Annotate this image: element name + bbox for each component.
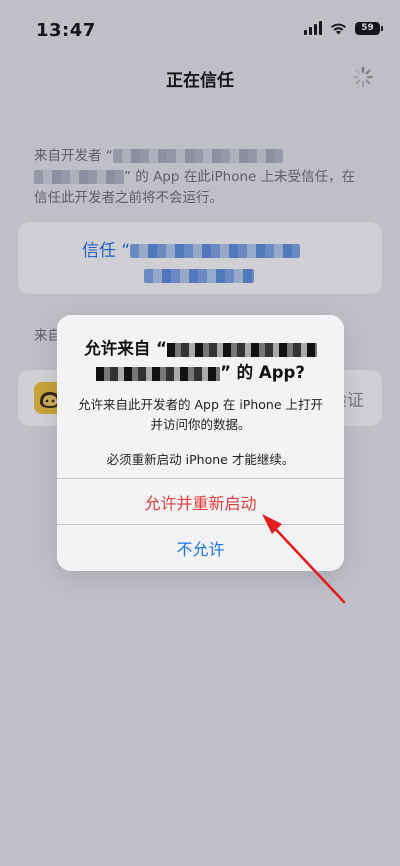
alert-message: 允许来自此开发者的 App 在 iPhone 上打开并访问你的数据。 xyxy=(77,397,323,432)
alert-title: 允许来自 “ ” 的 App? xyxy=(73,337,328,385)
alert-restart-note: 必须重新启动 iPhone 才能继续。 xyxy=(106,452,295,467)
redacted-alert-developer-name-cont xyxy=(96,366,221,381)
redacted-alert-developer-name xyxy=(166,342,317,357)
alert-title-suffix: ” 的 App? xyxy=(220,363,305,382)
dont-allow-button[interactable]: 不允许 xyxy=(57,525,344,571)
alert-title-prefix: 允许来自 “ xyxy=(84,339,167,358)
allow-app-alert: 允许来自 “ ” 的 App? 允许来自此开发者的 App 在 iPhone 上… xyxy=(57,315,344,571)
allow-and-restart-button[interactable]: 允许并重新启动 xyxy=(57,479,344,525)
trust-screen: 13:47 59 正在信任 来自开发者 “ ” 的 App 在此iPhone 上… xyxy=(0,0,400,866)
